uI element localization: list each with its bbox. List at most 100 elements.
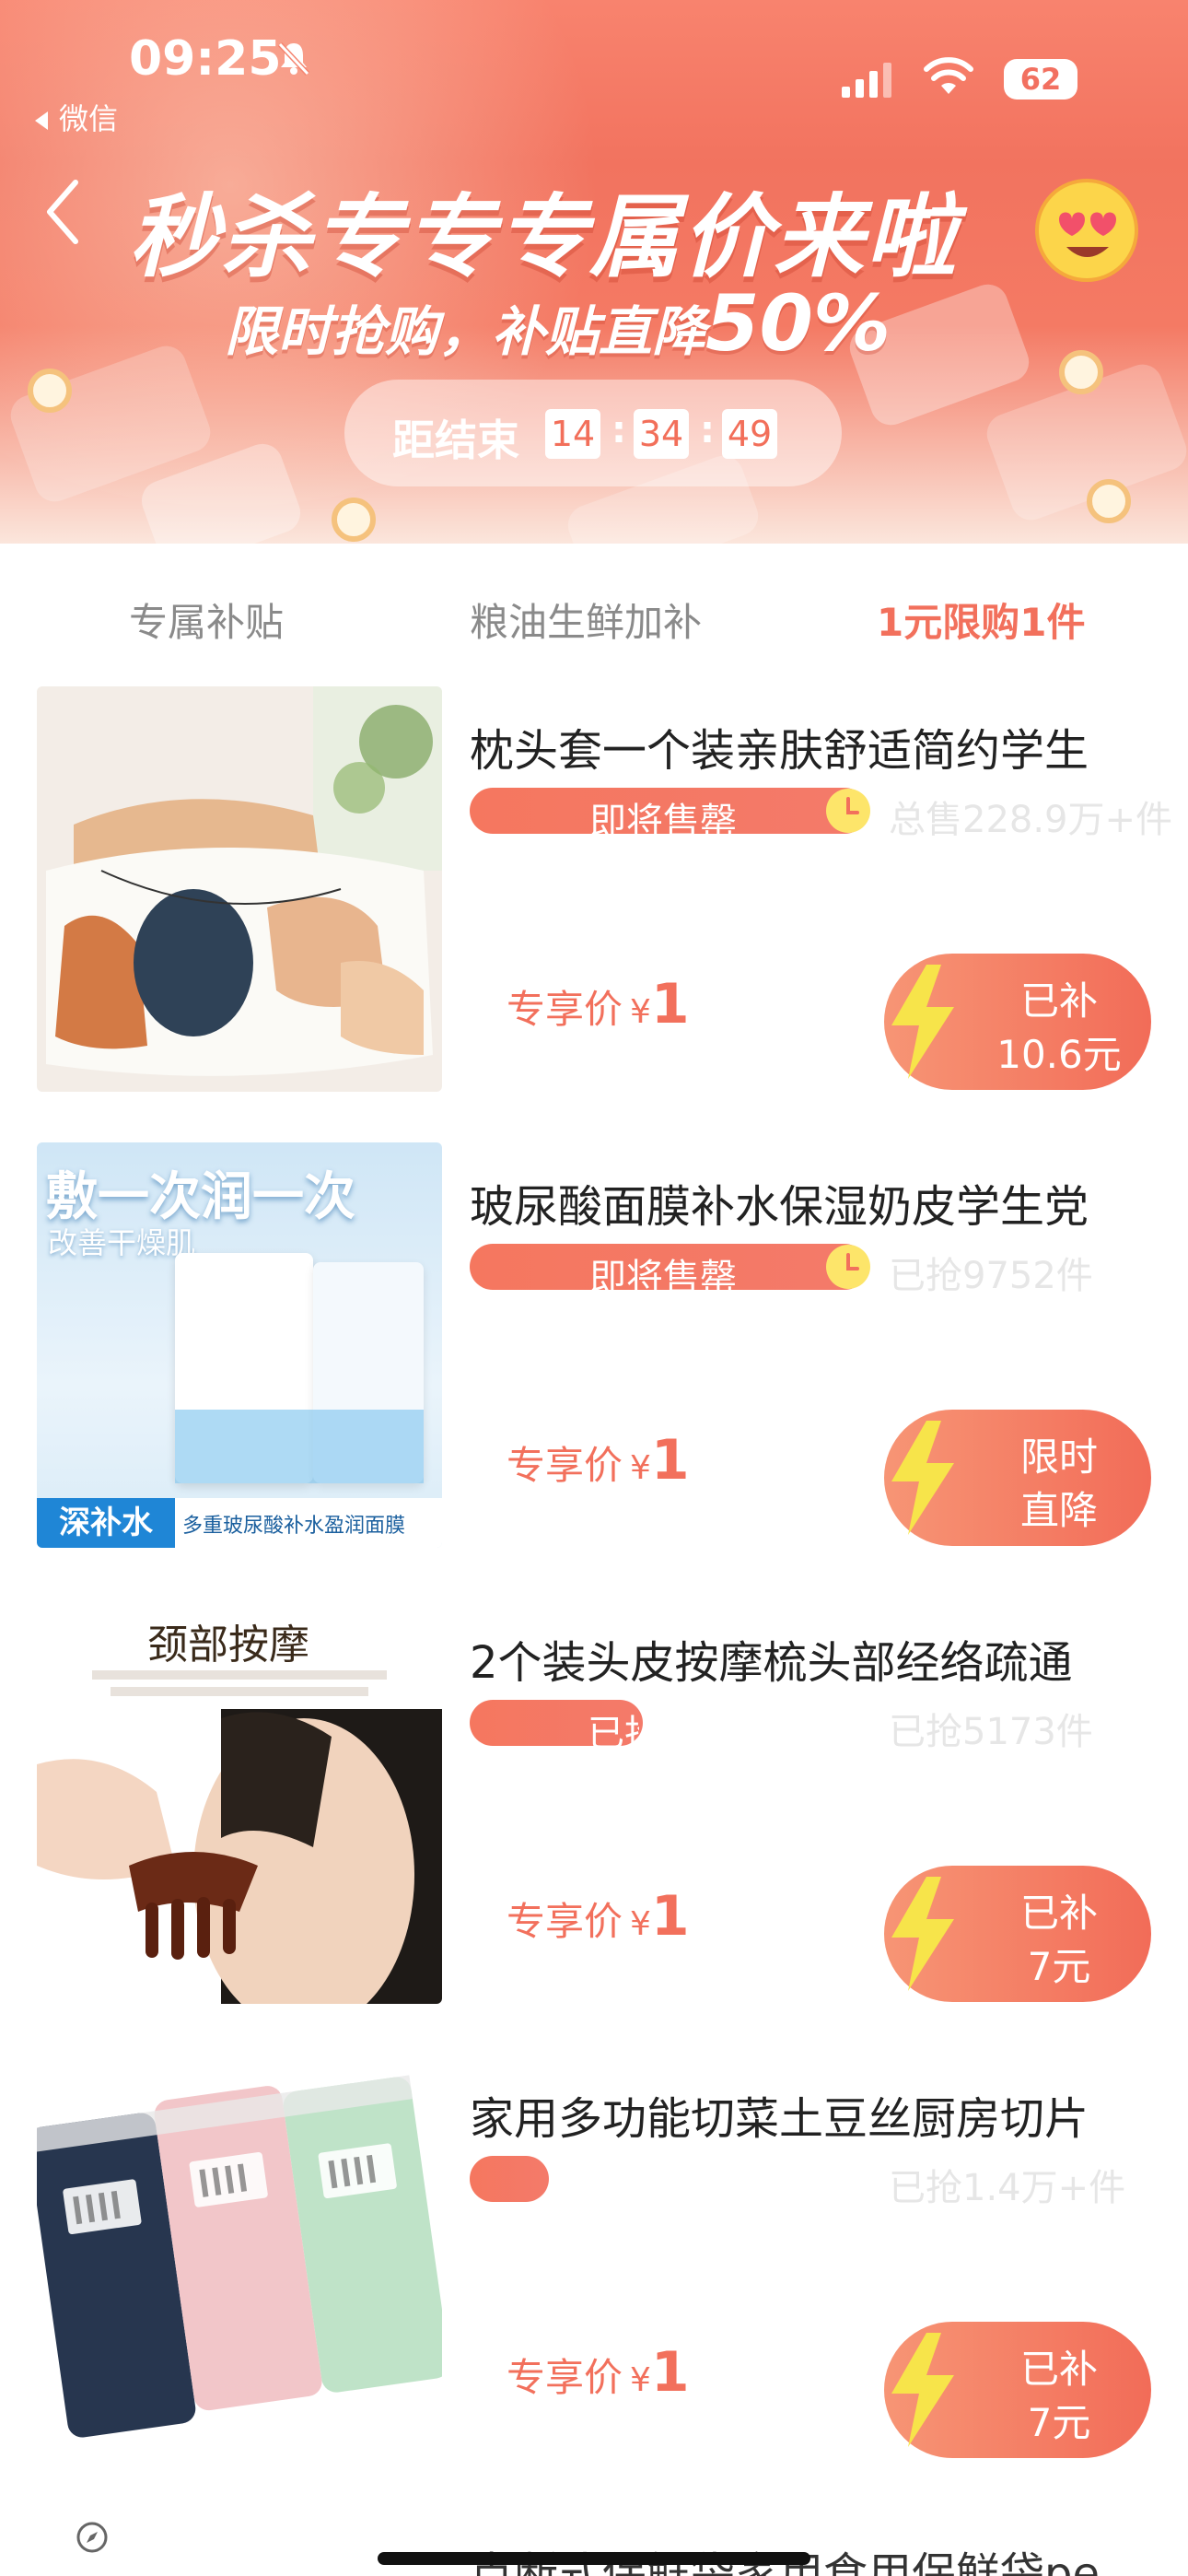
stock-progress-bar: 即将售罄 — [470, 788, 870, 843]
lightning-bolt-icon — [891, 1421, 954, 1535]
price-label: 专享价 — [507, 987, 623, 1032]
sold-count: 已抢1.4万+件 — [889, 2167, 1126, 2209]
back-chevron-icon[interactable] — [44, 175, 81, 249]
product-card[interactable]: 颈部按摩 2个装头皮按摩梳头部经络疏通 已抢 已抢5173件 专享价¥1 已补 … — [0, 1598, 1188, 2055]
mask-headline: 敷一次润一次 — [46, 1167, 355, 1227]
massager-headline: 颈部按摩 — [147, 1622, 309, 1669]
product-image-face-mask[interactable]: 敷一次润一次 改善干燥肌 深补水 多重玻尿酸补水盈润面膜 — [37, 1142, 442, 1548]
hero-banner: 09:25 微信 62 秒杀专专专属价来啦 限时抢购，补贴直降50% 距结束 1… — [0, 0, 1188, 544]
back-app-label: 微信 — [59, 101, 119, 136]
clock-icon — [826, 789, 870, 833]
status-time: 09:25 — [129, 31, 282, 87]
back-triangle-icon — [35, 111, 48, 130]
mask-subline: 改善干燥肌 — [48, 1225, 196, 1260]
compass-icon[interactable] — [76, 2521, 109, 2554]
currency-symbol: ¥ — [630, 1449, 651, 1487]
subsidy-buy-button[interactable]: 已补 10.6元 — [884, 954, 1151, 1090]
stock-progress-bar — [470, 2156, 549, 2202]
product-title[interactable]: 枕头套一个装亲肤舒适简约学生 — [470, 714, 1089, 779]
mask-package-stripe — [175, 1410, 424, 1483]
stock-progress-bar: 已抢 — [470, 1700, 643, 1755]
subsidy-amount: 7元 — [1027, 1944, 1091, 1989]
currency-symbol: ¥ — [630, 2361, 651, 2399]
price-label: 专享价 — [507, 1443, 623, 1488]
stock-status: 已抢 — [588, 1713, 639, 1755]
price: 专享价 ¥1 — [507, 972, 690, 1036]
product-title[interactable]: 玻尿酸面膜补水保湿奶皮学生党 — [470, 1170, 1089, 1235]
battery-level: 62 — [1019, 62, 1062, 97]
countdown-seconds: 49 — [722, 409, 777, 459]
home-indicator[interactable] — [378, 2552, 810, 2565]
bell-muted-icon — [277, 41, 310, 76]
hero-subtitle-percent: 50% — [705, 278, 891, 369]
price-label: 专享价 — [507, 1899, 623, 1944]
mask-banner: 深补水 多重玻尿酸补水盈润面膜 — [37, 1498, 442, 1548]
product-title[interactable]: 家用多功能切菜土豆丝厨房切片 — [470, 2082, 1089, 2147]
subsidy-amount: 直降 — [1019, 1488, 1098, 1533]
product-image-vegetable-slicer[interactable] — [37, 2055, 442, 2460]
tab-one-yuan-limit[interactable]: 1元限购1件 — [877, 591, 1085, 648]
slicer-illustration — [37, 2075, 442, 2438]
hero-title: 秒杀专专专属价来啦 — [129, 185, 959, 290]
heart-eyes-emoji-icon — [1035, 179, 1138, 282]
pillowcase-illustration — [37, 686, 442, 1092]
lightning-bolt-icon — [891, 1877, 954, 1991]
price-value: 1 — [650, 2340, 690, 2405]
decor-clock-icon — [332, 498, 376, 542]
subsidy-label: 已补 — [1019, 1891, 1098, 1936]
product-card[interactable]: 家用多功能切菜土豆丝厨房切片 已抢1.4万+件 专享价 ¥1 已补 7元 — [0, 2055, 1188, 2511]
decor-clock-icon — [1059, 350, 1103, 394]
subsidy-label: 已补 — [1019, 978, 1098, 1024]
countdown-label: 距结束 — [392, 416, 519, 465]
massager-illustration — [37, 1709, 442, 2004]
category-tabs: 专属补贴 粮油生鲜加补 1元限购1件 — [0, 544, 1188, 691]
decor-clock-icon — [1087, 479, 1131, 523]
wifi-icon — [924, 57, 973, 94]
lightning-bolt-icon — [891, 965, 954, 1079]
price: 专享价 ¥1 — [507, 1428, 690, 1493]
stock-status: 即将售罄 — [589, 801, 737, 843]
subsidy-amount: 7元 — [1027, 2400, 1091, 2445]
massager-caption-line — [111, 1687, 368, 1696]
product-image-pillowcase[interactable] — [37, 686, 442, 1092]
sold-count: 总售228.9万+件 — [889, 799, 1173, 841]
tab-grain-oil-fresh[interactable]: 粮油生鲜加补 — [470, 591, 702, 648]
massager-caption-line — [92, 1670, 387, 1680]
stock-status: 即将售罄 — [589, 1257, 737, 1299]
hero-subtitle-main: 限时抢购，补贴直降 — [225, 300, 706, 363]
countdown-minutes: 34 — [634, 409, 689, 459]
price-value: 1 — [650, 1428, 690, 1493]
product-card[interactable]: 枕头套一个装亲肤舒适简约学生 即将售罄 总售228.9万+件 专享价 ¥1 已补 … — [0, 686, 1188, 1142]
countdown-colon: : — [700, 409, 715, 451]
countdown-colon: : — [611, 409, 626, 451]
cellular-signal-icon — [842, 63, 891, 98]
mask-product-name: 多重玻尿酸补水盈润面膜 — [182, 1515, 406, 1538]
subsidy-buy-button[interactable]: 已补 7元 — [884, 2322, 1151, 2458]
currency-symbol: ¥ — [630, 993, 651, 1031]
back-to-app-link[interactable]: 微信 — [35, 96, 118, 138]
countdown-hours: 14 — [545, 409, 600, 459]
mask-tag: 深补水 — [37, 1498, 175, 1548]
limited-time-buy-button[interactable]: 限时 直降 — [884, 1410, 1151, 1546]
product-title[interactable]: 2个装头皮按摩梳头部经络疏通 — [470, 1626, 1073, 1691]
currency-symbol: ¥ — [630, 1905, 651, 1943]
price: 专享价 ¥1 — [507, 2340, 690, 2405]
price: 专享价 ¥1 — [507, 1884, 690, 1949]
decor-clock-icon — [28, 369, 72, 413]
product-image-scalp-massager[interactable]: 颈部按摩 — [37, 1598, 442, 2004]
battery-indicator: 62 — [1004, 59, 1077, 100]
hero-subtitle: 限时抢购，补贴直降50% — [225, 278, 891, 369]
subsidy-amount: 10.6元 — [996, 1032, 1122, 1077]
clock-icon — [826, 1245, 870, 1289]
lightning-bolt-icon — [891, 2333, 954, 2447]
subsidy-buy-button[interactable]: 已补 7元 — [884, 1866, 1151, 2002]
subsidy-label: 限时 — [1019, 1434, 1098, 1480]
tab-exclusive-subsidy[interactable]: 专属补贴 — [129, 591, 284, 648]
price-value: 1 — [650, 1884, 690, 1949]
countdown-timer: 距结束 14 : 34 : 49 — [344, 380, 842, 486]
price-value: 1 — [650, 972, 690, 1036]
price-label: 专享价 — [507, 2355, 623, 2400]
stock-progress-bar: 即将售罄 — [470, 1244, 870, 1299]
product-card[interactable]: 敷一次润一次 改善干燥肌 深补水 多重玻尿酸补水盈润面膜 玻尿酸面膜补水保湿奶皮… — [0, 1142, 1188, 1598]
sold-count: 已抢5173件 — [889, 1711, 1093, 1753]
